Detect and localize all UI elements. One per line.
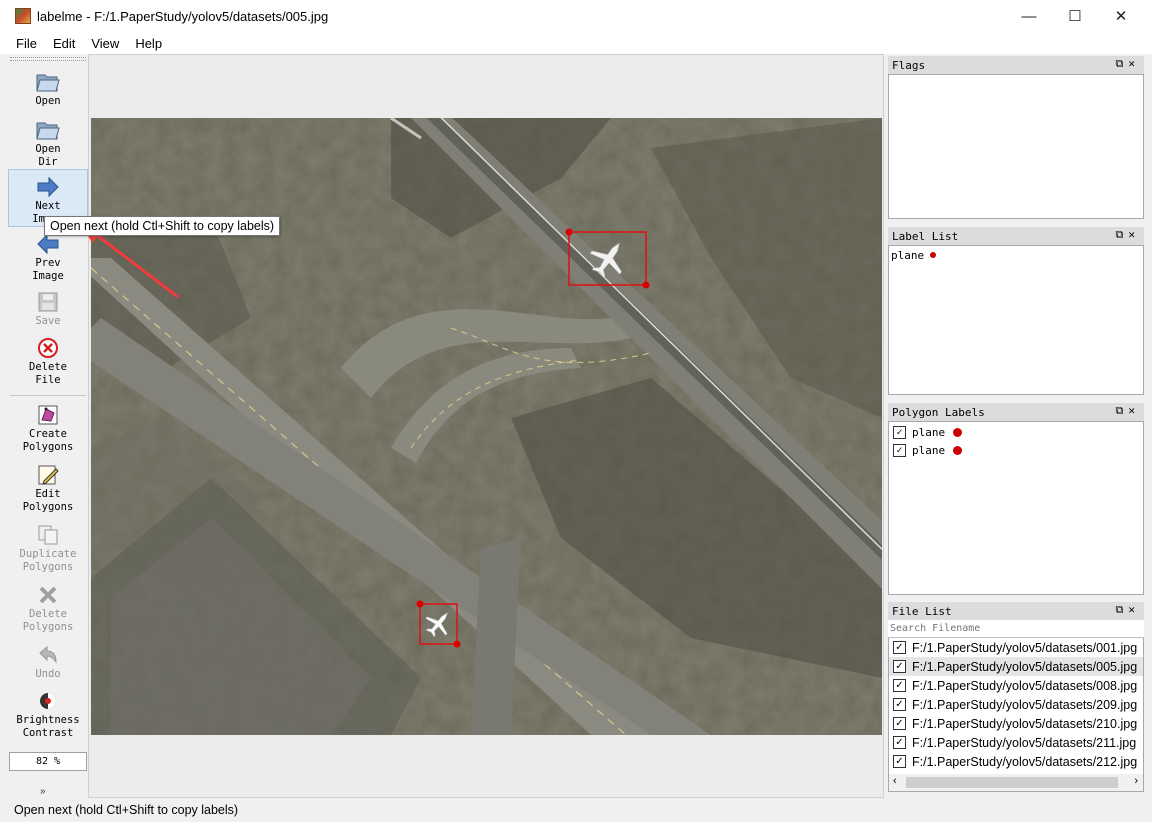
polygon-labels-title: Polygon Labels [892,405,985,419]
open-dir-button[interactable]: Open Dir [8,113,88,169]
aerial-image[interactable] [91,118,882,735]
file-list-dock: File List ⧉✕ ✓F:/1.PaperStudy/yolov5/dat… [888,602,1144,792]
file-list-item-selected[interactable]: ✓ F:/1.PaperStudy/yolov5/datasets/005.jpg [889,657,1143,676]
scroll-left-icon[interactable]: ‹ [893,775,897,787]
label-text: plane [891,248,925,262]
flags-dock: Flags ⧉✕ [888,56,1144,219]
polygon-color-dot [953,445,963,455]
checkbox[interactable]: ✓ [893,425,906,439]
scrollbar-thumb[interactable] [906,777,1118,788]
polygon-labels-dock: Polygon Labels ⧉✕ ✓ plane ✓ plane [888,403,1144,595]
dock-float-close-icon[interactable]: ⧉✕ [1116,228,1140,242]
checkbox[interactable]: ✓ [893,698,906,711]
delete-file-label: Delete File [29,361,67,386]
checkbox[interactable]: ✓ [893,736,906,749]
label-list-item[interactable]: plane [889,246,1143,264]
file-list-item[interactable]: ✓ F:/1.PaperStudy/yolov5/datasets/209.jpg [889,695,1143,714]
menu-file[interactable]: File [0,36,43,51]
open-dir-label: Open Dir [35,143,61,168]
canvas[interactable] [88,54,884,798]
window-title: labelme - F:/1.PaperStudy/yolov5/dataset… [37,8,329,24]
arrow-right-icon [35,174,61,200]
open-button[interactable]: Open [8,65,88,113]
close-button[interactable]: ✕ [1098,0,1144,32]
label-list-dock: Label List ⧉✕ plane [888,227,1144,395]
dock-float-close-icon[interactable]: ⧉✕ [1116,603,1140,617]
save-icon [35,289,61,315]
label-list[interactable]: plane [888,245,1144,395]
background-window-strip [0,822,1152,829]
brightness-icon [35,688,61,714]
file-list[interactable]: ✓ F:/1.PaperStudy/yolov5/datasets/001.jpg… [888,638,1144,792]
flags-list[interactable] [888,74,1144,219]
tooltip: Open next (hold Ctl+Shift to copy labels… [44,216,281,236]
folder-open-icon [35,117,61,143]
undo-label: Undo [35,668,61,680]
toolbar: Open Open Dir Next Image Prev Image Save… [8,56,88,798]
horizontal-scrollbar[interactable]: ‹ › [889,774,1143,791]
dock-float-close-icon[interactable]: ⧉✕ [1116,57,1140,71]
checkbox[interactable]: ✓ [893,660,906,673]
checkbox[interactable]: ✓ [893,641,906,654]
app-icon [15,8,31,24]
menu-bar: File Edit View Help [0,32,1152,54]
checkbox[interactable]: ✓ [893,755,906,768]
zoom-input[interactable]: 82 % [9,752,87,771]
file-list-item[interactable]: ✓ F:/1.PaperStudy/yolov5/datasets/211.jpg [889,733,1143,752]
label-color-dot [930,252,937,258]
undo-button[interactable]: Undo [8,638,88,684]
polygon-label-text: plane [912,425,946,439]
dock-float-close-icon[interactable]: ⧉✕ [1116,404,1140,418]
folder-open-icon [35,69,61,95]
flags-title: Flags [892,58,926,72]
menu-help[interactable]: Help [125,36,168,51]
checkbox[interactable]: ✓ [893,443,906,457]
edit-polygons-button[interactable]: Edit Polygons [8,458,88,518]
toolbar-grip[interactable] [10,57,86,61]
maximize-button[interactable]: ☐ [1052,0,1098,32]
duplicate-polygons-button[interactable]: Duplicate Polygons [8,518,88,578]
toolbar-extension-icon[interactable]: » [40,786,46,797]
polygon-label-item[interactable]: ✓ plane [889,423,1143,441]
create-polygons-button[interactable]: Create Polygons [8,398,88,458]
open-label: Open [35,95,61,107]
checkbox[interactable]: ✓ [893,717,906,730]
menu-view[interactable]: View [81,36,125,51]
save-label: Save [35,315,61,327]
status-bar: Open next (hold Ctl+Shift to copy labels… [0,800,1152,822]
delete-polygons-label: Delete Polygons [22,608,74,633]
create-polygon-icon [35,402,61,428]
brightness-contrast-button[interactable]: Brightness Contrast [8,684,88,740]
title-bar: labelme - F:/1.PaperStudy/yolov5/dataset… [0,0,1152,32]
scroll-right-icon[interactable]: › [1134,775,1138,787]
prev-image-label: Prev Image [32,257,64,282]
file-list-item[interactable]: ✓ F:/1.PaperStudy/yolov5/datasets/001.jpg [889,638,1143,657]
delete-file-button[interactable]: Delete File [8,331,88,389]
toolbar-separator [10,395,86,396]
delete-polygons-button[interactable]: Delete Polygons [8,578,88,638]
file-list-item[interactable]: ✓ F:/1.PaperStudy/yolov5/datasets/210.jpg [889,714,1143,733]
polygon-color-dot [953,427,963,437]
file-list-item[interactable]: ✓ F:/1.PaperStudy/yolov5/datasets/008.jpg [889,676,1143,695]
brightness-contrast-label: Brightness Contrast [16,714,80,739]
file-list-title: File List [892,604,952,618]
polygon-label-item[interactable]: ✓ plane [889,441,1143,459]
menu-edit[interactable]: Edit [43,36,81,51]
checkbox[interactable]: ✓ [893,679,906,692]
undo-icon [35,642,61,668]
create-polygons-label: Create Polygons [22,428,74,453]
delete-file-icon [35,335,61,361]
polygon-labels-list[interactable]: ✓ plane ✓ plane [888,421,1144,595]
search-filename-input[interactable] [888,620,1144,638]
minimize-button[interactable]: — [1006,0,1052,32]
duplicate-polygons-label: Duplicate Polygons [19,548,77,573]
polygon-label-text: plane [912,443,946,457]
edit-polygons-label: Edit Polygons [22,488,74,513]
duplicate-icon [35,522,61,548]
label-list-title: Label List [892,229,959,243]
cross-icon [35,582,61,608]
file-list-item[interactable]: ✓ F:/1.PaperStudy/yolov5/datasets/212.jpg [889,752,1143,771]
edit-polygon-icon [35,462,61,488]
